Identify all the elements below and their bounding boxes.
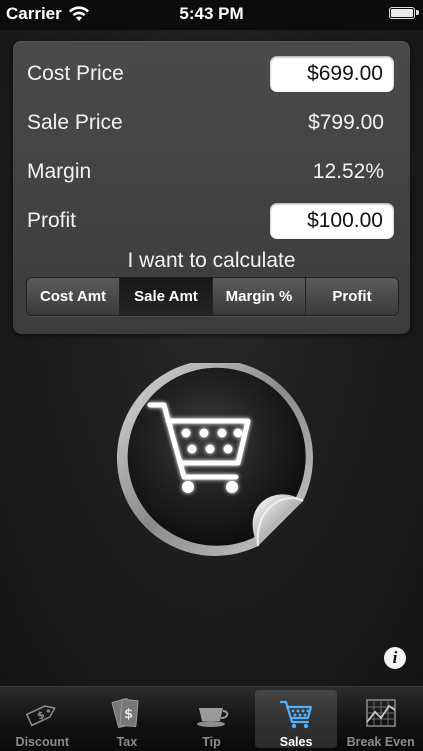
tab-label-tip: Tip [202, 735, 221, 749]
segment-cost-amt[interactable]: Cost Amt [27, 278, 120, 315]
sale-price-value: $799.00 [308, 111, 384, 134]
svg-text:$: $ [124, 707, 133, 722]
money-bills-icon: $ [111, 698, 139, 728]
margin-value: 12.52% [312, 160, 384, 183]
status-bar: Carrier 5:43 PM [0, 0, 423, 30]
segment-margin-pct[interactable]: Margin % [213, 278, 306, 315]
chart-icon [365, 699, 396, 727]
tab-label-tax: Tax [116, 735, 138, 749]
cost-price-input[interactable]: $699.00 [270, 56, 394, 92]
status-time: 5:43 PM [179, 4, 244, 23]
profit-row: Profit $100.00 [27, 201, 394, 241]
margin-row: Margin 12.52% [27, 152, 394, 192]
sale-price-row: Sale Price $799.00 [27, 103, 394, 143]
info-button[interactable]: i [384, 647, 406, 669]
tab-discount[interactable]: $ Discount [0, 687, 85, 751]
price-tag-icon: $ [26, 705, 57, 727]
calculate-title: I want to calculate [127, 249, 296, 272]
tab-break-even[interactable]: Break Even [338, 687, 423, 751]
coffee-cup-icon [197, 708, 229, 727]
margin-label: Margin [27, 160, 92, 183]
calculator-panel: Cost Price $699.00 Sale Price $799.00 Ma… [13, 41, 410, 334]
tab-label-sales: Sales [279, 735, 313, 749]
cost-price-label: Cost Price [27, 62, 124, 85]
battery-icon [389, 7, 419, 19]
tab-tax[interactable]: $ Tax [85, 687, 170, 751]
shopping-cart-icon [279, 700, 313, 729]
sale-price-label: Sale Price [27, 111, 123, 134]
svg-text:$: $ [36, 710, 47, 723]
cost-price-row: Cost Price $699.00 [27, 54, 394, 94]
tab-sales[interactable]: Sales [254, 687, 339, 751]
tab-label-break-even: Break Even [346, 735, 415, 749]
profit-input[interactable]: $100.00 [270, 203, 394, 239]
tab-bar: $ Discount $ Tax Tip Sales Break Even [0, 686, 423, 751]
cart-sticker-icon [116, 359, 313, 556]
tab-label-discount: Discount [15, 735, 70, 749]
cart-badge [108, 359, 313, 568]
profit-label: Profit [27, 209, 77, 232]
tab-tip[interactable]: Tip [169, 687, 254, 751]
segment-sale-amt[interactable]: Sale Amt [120, 278, 213, 315]
segment-profit[interactable]: Profit [306, 278, 398, 315]
calculate-segmented-control: Cost Amt Sale Amt Margin % Profit [26, 277, 399, 316]
